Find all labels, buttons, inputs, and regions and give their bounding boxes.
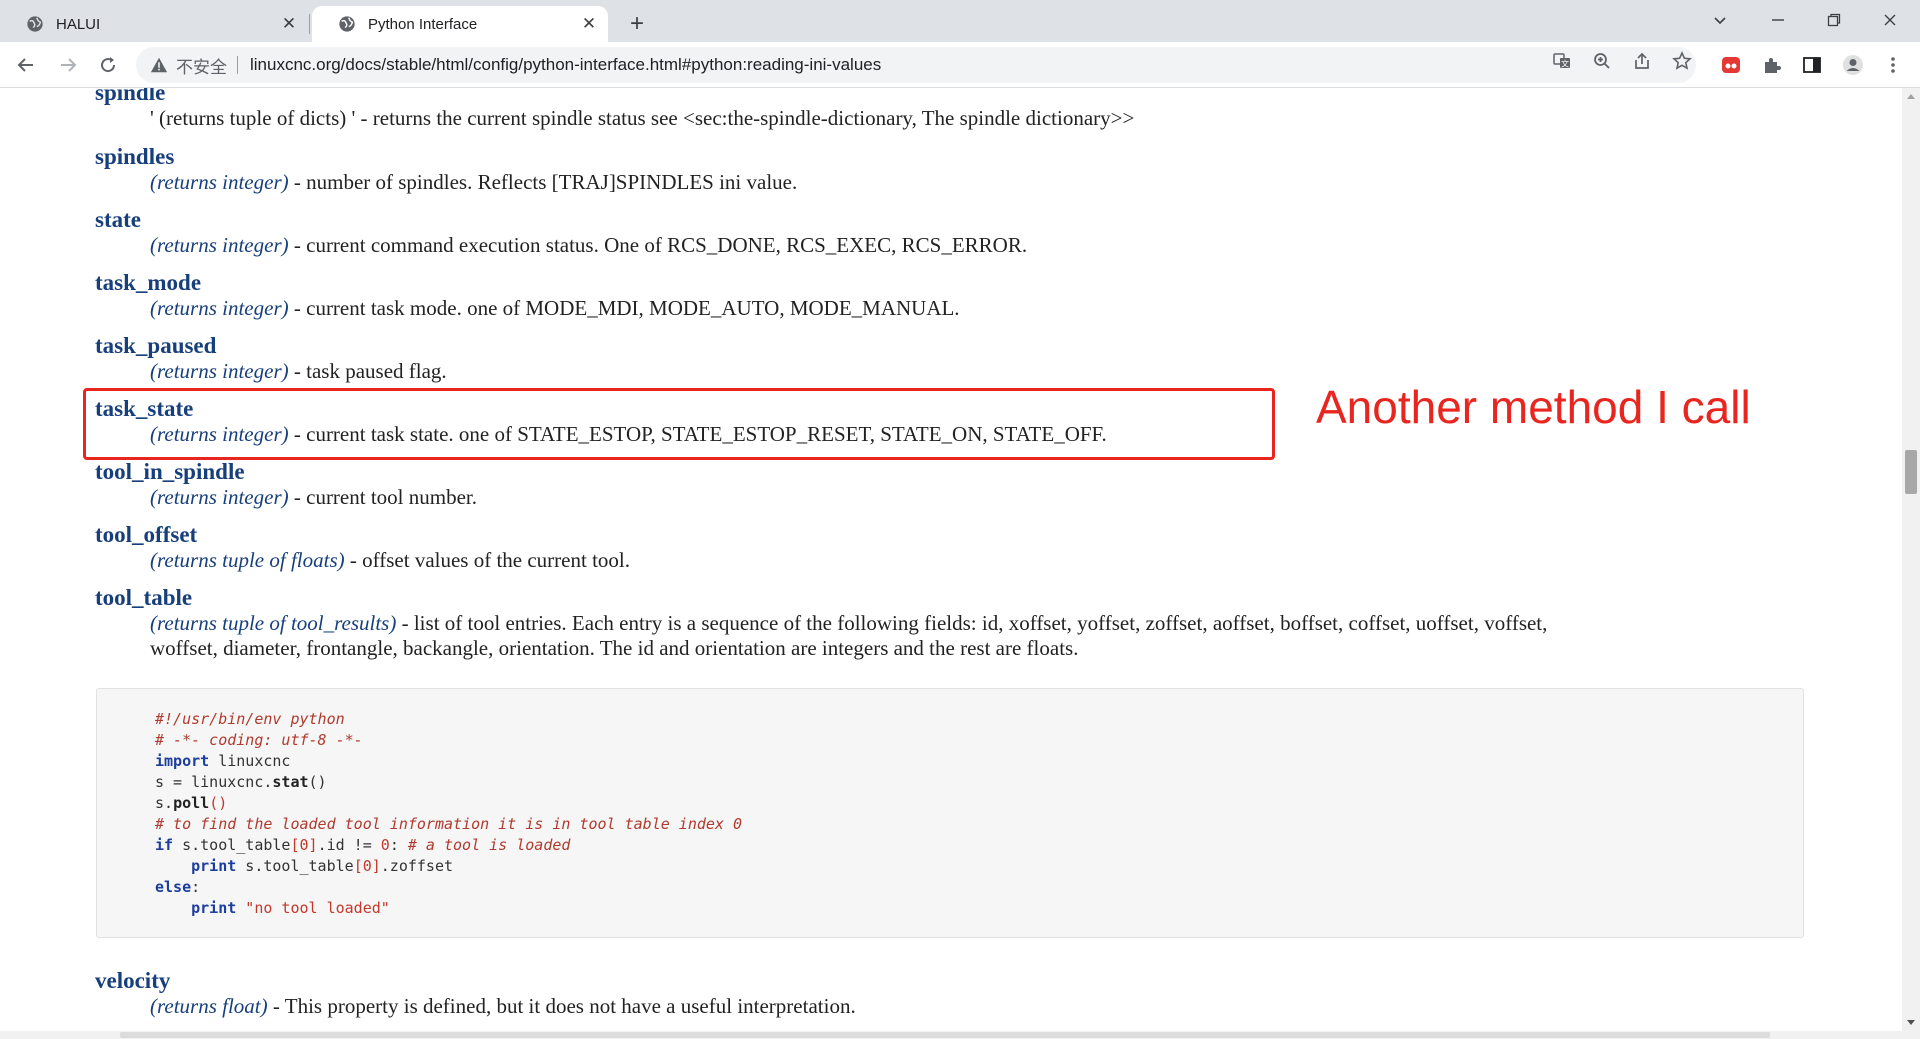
return-type: (returns integer) <box>150 359 289 383</box>
entry-spindle: spindle ' (returns tuple of dicts) ' - r… <box>95 88 1855 131</box>
close-icon <box>1884 14 1896 26</box>
address-bar[interactable]: 不安全 linuxcnc.org/docs/stable/html/config… <box>136 47 1696 83</box>
term-spindles: spindles <box>95 144 175 169</box>
definition-text: - number of spindles. Reflects [TRAJ]SPI… <box>288 170 798 194</box>
return-type: (returns integer) <box>150 296 289 320</box>
scroll-down-arrow[interactable] <box>1907 1020 1915 1025</box>
reload-button[interactable] <box>92 49 124 81</box>
share-icon[interactable] <box>1632 51 1652 71</box>
term-tool-in-spindle: tool_in_spindle <box>95 459 245 484</box>
restore-button[interactable] <box>1806 0 1862 40</box>
definition: (returns tuple of tool_results) - list o… <box>150 611 1855 636</box>
term-state: state <box>95 207 141 232</box>
translate-icon[interactable]: 文 <box>1552 51 1572 71</box>
definition-text: woffset, diameter, frontangle, backangle… <box>150 636 1079 660</box>
document-page: spindle ' (returns tuple of dicts) ' - r… <box>0 88 1902 1039</box>
omnibox-divider <box>237 56 238 74</box>
term-tool-table: tool_table <box>95 585 193 610</box>
annotation-highlight-box <box>83 388 1275 460</box>
reload-icon <box>101 57 116 73</box>
arrow-left-icon <box>17 58 33 72</box>
chevron-down-icon <box>1714 17 1726 25</box>
url-text[interactable]: linuxcnc.org/docs/stable/html/config/pyt… <box>250 55 881 75</box>
warning-icon <box>150 57 168 73</box>
tab-search-button[interactable] <box>1692 0 1748 40</box>
horizontal-scrollbar[interactable] <box>0 1031 1902 1039</box>
puzzle-icon[interactable] <box>1761 54 1783 76</box>
minimize-icon <box>1772 19 1784 21</box>
arrow-right-icon <box>61 58 77 72</box>
minimize-button[interactable] <box>1750 0 1806 40</box>
scroll-thumb[interactable] <box>120 1032 1770 1038</box>
code-listing: #!/usr/bin/env python # -*- coding: utf-… <box>155 710 742 917</box>
tab-python-interface[interactable]: Python Interface ✕ <box>312 6 608 42</box>
annotation-label: Another method I call <box>1316 381 1751 433</box>
term-task-paused: task_paused <box>95 333 217 358</box>
scroll-up-arrow[interactable] <box>1907 94 1915 99</box>
return-type: (returns tuple of tool_results) <box>150 611 397 635</box>
return-type: (returns integer) <box>150 485 289 509</box>
definition-text: ' (returns tuple of dicts) ' - returns t… <box>150 106 1135 130</box>
browser-toolbar: 不安全 linuxcnc.org/docs/stable/html/config… <box>0 42 1920 88</box>
entry-tool-table: tool_table (returns tuple of tool_result… <box>95 585 1855 661</box>
menu-kebab-icon[interactable] <box>1882 54 1904 76</box>
definition: ' (returns tuple of dicts) ' - returns t… <box>150 106 1855 131</box>
definition-text: - list of tool entries. Each entry is a … <box>396 611 1548 635</box>
definition-text: - current task mode. one of MODE_MDI, MO… <box>288 296 960 320</box>
definition-text: - current command execution status. One … <box>288 233 1028 257</box>
zoom-icon[interactable] <box>1592 51 1612 71</box>
definition-text: - task paused flag. <box>288 359 447 383</box>
profile-avatar-icon[interactable] <box>1842 54 1864 76</box>
definition: (returns tuple of floats) - offset value… <box>150 548 1855 573</box>
tab-title: HALUI <box>56 15 101 33</box>
close-icon[interactable]: ✕ <box>276 11 302 37</box>
term-spindle: spindle <box>95 88 166 105</box>
return-type: (returns tuple of floats) <box>150 548 345 572</box>
entry-task-mode: task_mode (returns integer) - current ta… <box>95 270 1855 321</box>
term-tool-offset: tool_offset <box>95 522 198 547</box>
entry-tool-in-spindle: tool_in_spindle (returns integer) - curr… <box>95 459 1855 510</box>
term-velocity: velocity <box>95 968 171 993</box>
close-icon[interactable]: ✕ <box>576 11 602 37</box>
back-button[interactable] <box>10 49 42 81</box>
new-tab-button[interactable]: + <box>622 9 652 39</box>
entry-task-paused: task_paused (returns integer) - task pau… <box>95 333 1855 384</box>
definition: (returns integer) - current command exec… <box>150 233 1855 258</box>
return-type: (returns float) <box>150 994 268 1018</box>
entry-tool-offset: tool_offset (returns tuple of floats) - … <box>95 522 1855 573</box>
security-label[interactable]: 不安全 <box>176 53 227 78</box>
return-type: (returns integer) <box>150 233 289 257</box>
svg-text:文: 文 <box>1561 59 1569 69</box>
extension-red-icon[interactable] <box>1720 54 1742 76</box>
scroll-thumb[interactable] <box>1905 450 1917 494</box>
star-icon[interactable] <box>1672 51 1692 71</box>
tab-strip: HALUI ✕ Python Interface ✕ + <box>0 0 1920 42</box>
tab-divider <box>309 14 310 34</box>
definition: (returns integer) - current tool number. <box>150 485 1855 510</box>
definition-text: - offset values of the current tool. <box>344 548 630 572</box>
close-window-button[interactable] <box>1862 0 1918 40</box>
tab-title: Python Interface <box>368 15 478 33</box>
forward-button[interactable] <box>52 49 84 81</box>
return-type: (returns integer) <box>150 170 289 194</box>
definition-text: - This property is defined, but it does … <box>267 994 856 1018</box>
tab-halui[interactable]: HALUI ✕ <box>0 6 308 42</box>
code-example: #!/usr/bin/env python # -*- coding: utf-… <box>96 688 1804 938</box>
definition: (returns integer) - number of spindles. … <box>150 170 1855 195</box>
side-panel-icon[interactable] <box>1801 54 1823 76</box>
entry-velocity: velocity (returns float) - This property… <box>95 968 1855 1019</box>
term-task-mode: task_mode <box>95 270 202 295</box>
globe-icon <box>27 16 43 32</box>
definition: (returns float) - This property is defin… <box>150 994 1855 1019</box>
entry-spindles: spindles (returns integer) - number of s… <box>95 144 1855 195</box>
restore-icon <box>1827 13 1841 27</box>
entry-state: state (returns integer) - current comman… <box>95 207 1855 258</box>
definition-continued: woffset, diameter, frontangle, backangle… <box>150 636 1855 661</box>
definition: (returns integer) - current task mode. o… <box>150 296 1855 321</box>
definition-text: - current tool number. <box>288 485 477 509</box>
globe-icon <box>339 16 355 32</box>
vertical-scrollbar[interactable] <box>1902 88 1920 1039</box>
